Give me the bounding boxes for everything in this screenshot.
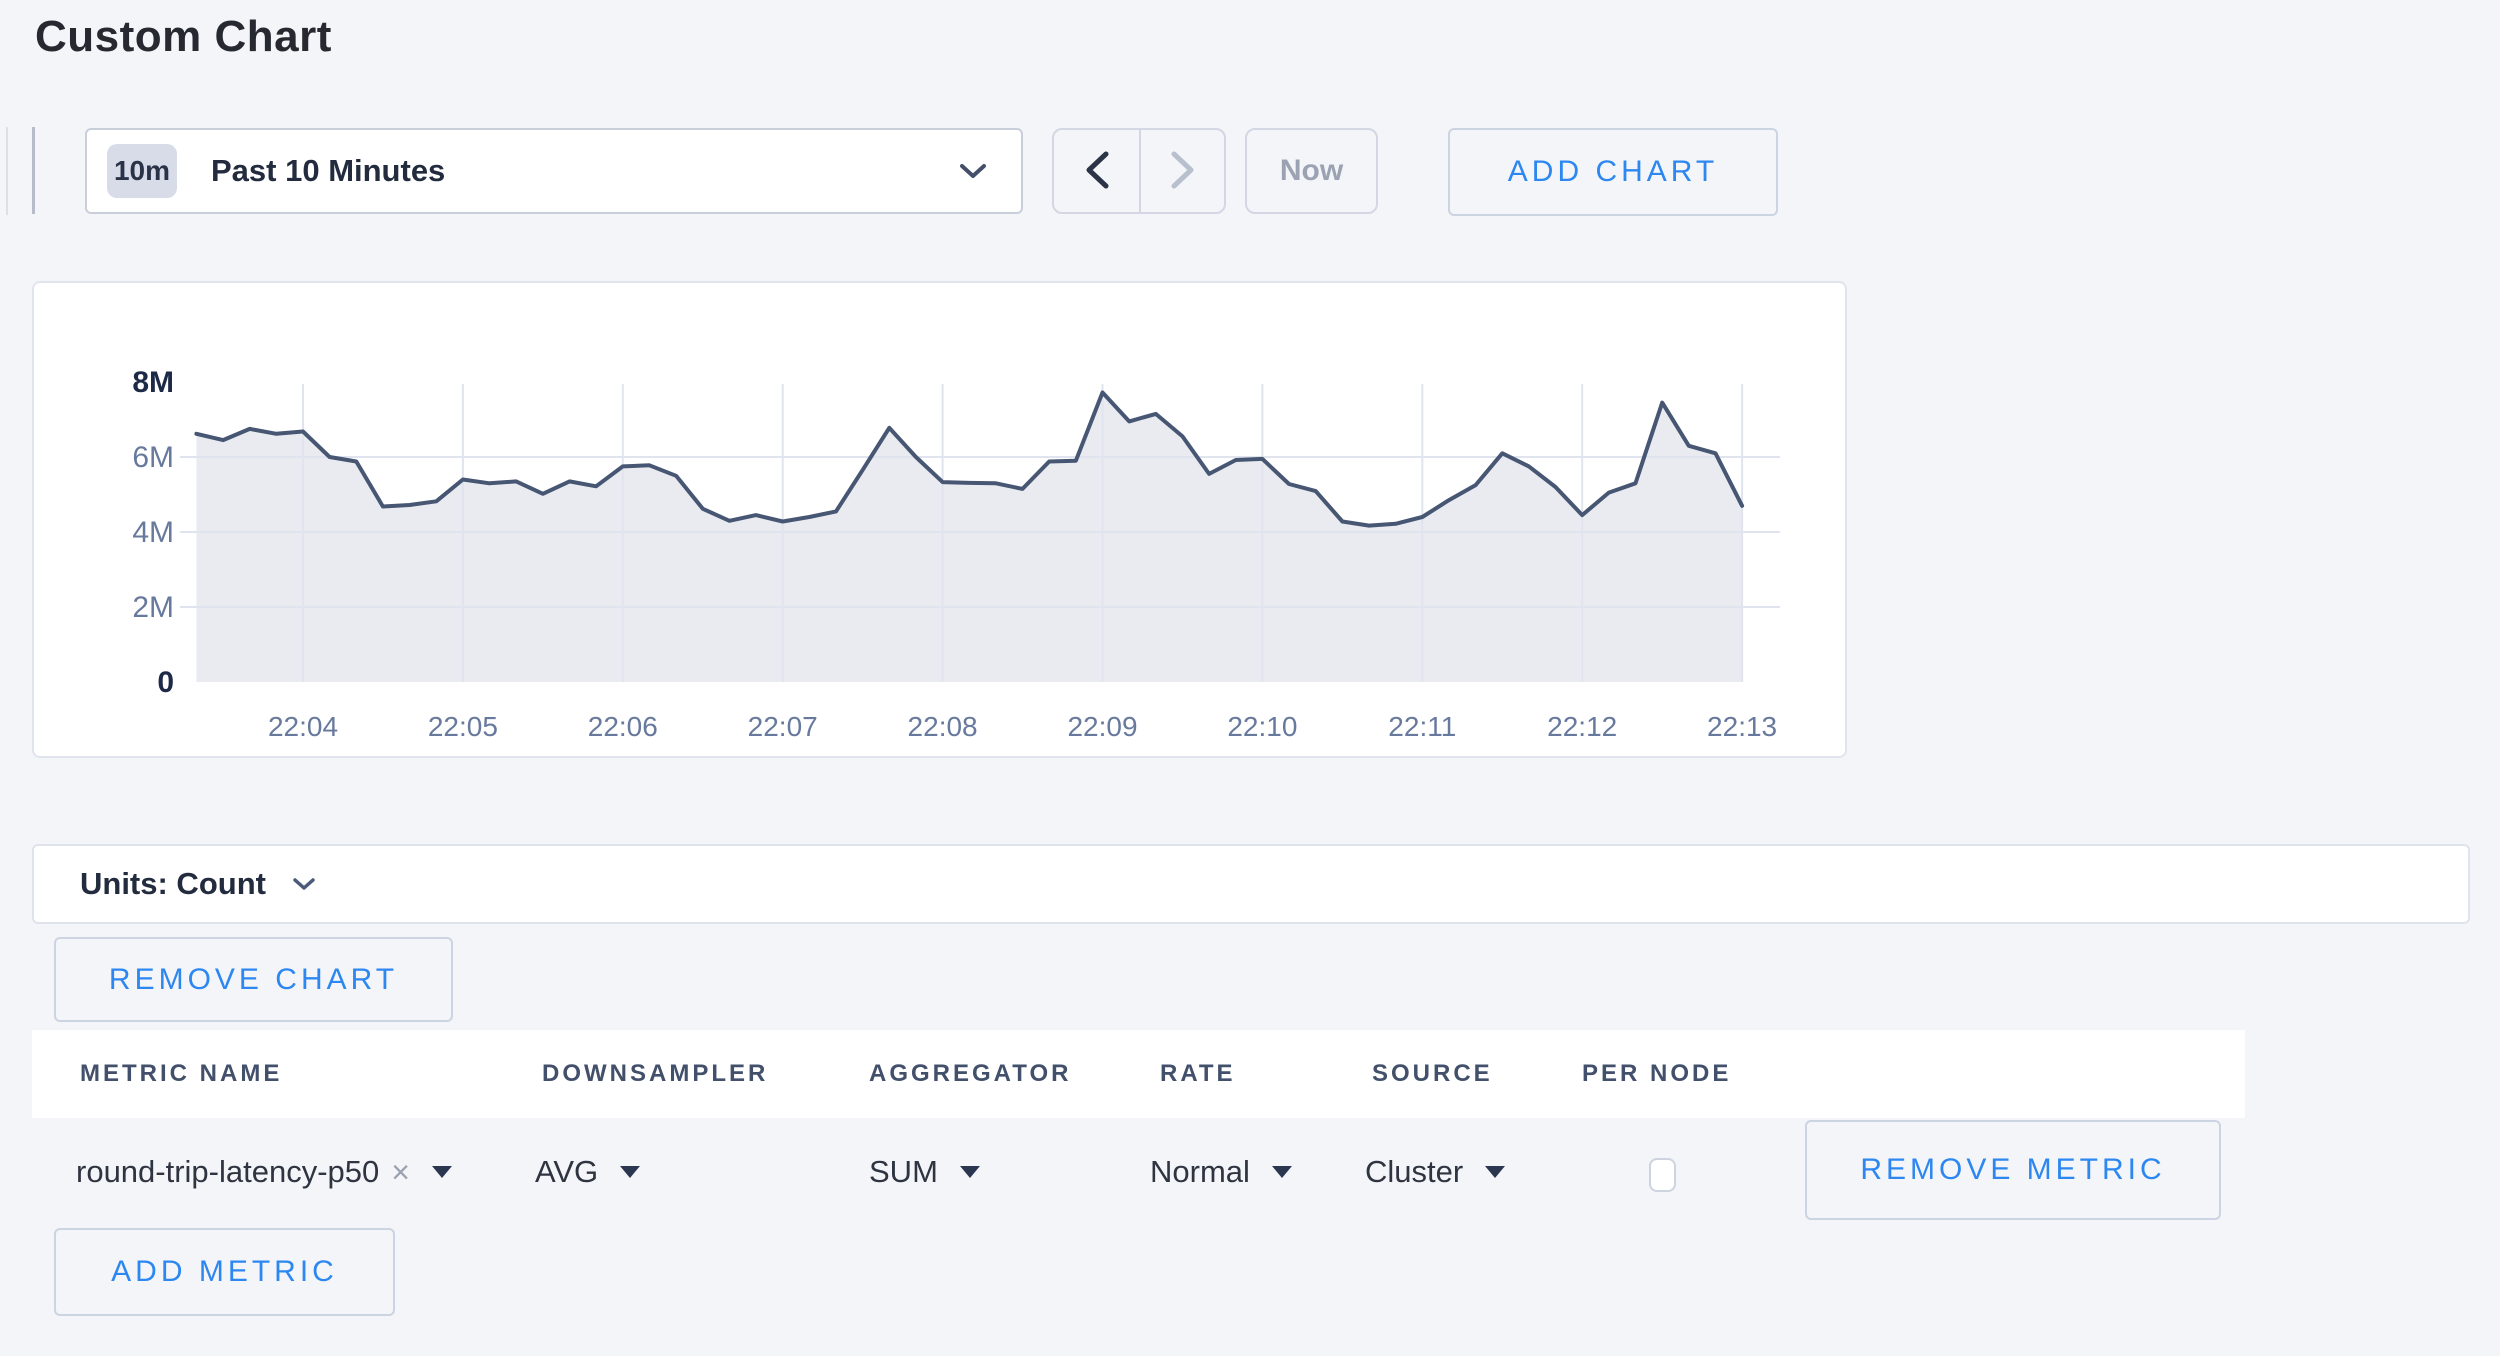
time-range-dropdown[interactable]: 10m Past 10 Minutes: [85, 128, 1023, 214]
svg-text:2M: 2M: [132, 591, 174, 624]
units-label: Units: Count: [80, 866, 266, 902]
time-nav-group: [1052, 128, 1226, 214]
add-chart-button[interactable]: ADD CHART: [1448, 128, 1778, 216]
clear-metric-icon[interactable]: ×: [391, 1154, 410, 1191]
svg-text:22:06: 22:06: [588, 711, 658, 742]
chevron-left-icon: [1084, 151, 1110, 192]
svg-text:4M: 4M: [132, 516, 174, 549]
metric-name-value: round-trip-latency-p50: [76, 1154, 379, 1190]
chart-card: 0 2M 4M 6M 8M 22:04 22:05 22:06 22:07 22:08 22:09 2…: [32, 281, 1847, 758]
chevron-right-icon: [1170, 151, 1196, 192]
now-button[interactable]: Now: [1245, 128, 1378, 214]
column-rate: RATE: [1160, 1030, 1236, 1118]
chevron-down-icon: [292, 877, 316, 891]
add-metric-button[interactable]: ADD METRIC: [54, 1228, 395, 1316]
svg-text:22:07: 22:07: [748, 711, 818, 742]
aggregator-select[interactable]: SUM: [869, 1140, 980, 1204]
metric-name-select[interactable]: round-trip-latency-p50 ×: [76, 1140, 452, 1204]
caret-down-icon: [620, 1166, 640, 1178]
prev-time-button[interactable]: [1054, 130, 1139, 212]
column-source: SOURCE: [1372, 1030, 1493, 1118]
caret-down-icon: [432, 1166, 452, 1178]
aggregator-value: SUM: [869, 1154, 938, 1190]
metrics-table-header: METRIC NAME DOWNSAMPLER AGGREGATOR RATE …: [32, 1030, 2245, 1118]
svg-text:22:09: 22:09: [1067, 711, 1137, 742]
svg-text:22:12: 22:12: [1547, 711, 1617, 742]
column-metric-name: METRIC NAME: [80, 1030, 282, 1118]
per-node-checkbox[interactable]: [1649, 1158, 1676, 1192]
remove-chart-button[interactable]: REMOVE CHART: [54, 937, 453, 1022]
column-aggregator: AGGREGATOR: [869, 1030, 1071, 1118]
downsampler-value: AVG: [535, 1154, 598, 1190]
caret-down-icon: [1485, 1166, 1505, 1178]
time-range-label: Past 10 Minutes: [211, 153, 445, 189]
caret-down-icon: [960, 1166, 980, 1178]
source-select[interactable]: Cluster: [1365, 1140, 1505, 1204]
next-time-button[interactable]: [1139, 130, 1224, 212]
svg-text:6M: 6M: [132, 441, 174, 474]
caret-down-icon: [1272, 1166, 1292, 1178]
svg-text:22:10: 22:10: [1227, 711, 1297, 742]
page-edge-line: [6, 127, 8, 215]
rate-select[interactable]: Normal: [1150, 1140, 1292, 1204]
svg-text:0: 0: [157, 666, 174, 699]
rate-value: Normal: [1150, 1154, 1250, 1190]
remove-metric-button[interactable]: REMOVE METRIC: [1805, 1120, 2221, 1220]
svg-text:22:11: 22:11: [1388, 711, 1456, 742]
downsampler-select[interactable]: AVG: [535, 1140, 640, 1204]
svg-text:22:13: 22:13: [1707, 711, 1777, 742]
chevron-down-icon: [959, 163, 987, 179]
page-title: Custom Chart: [35, 12, 332, 62]
svg-text:22:08: 22:08: [908, 711, 978, 742]
custom-chart-svg: 0 2M 4M 6M 8M 22:04 22:05 22:06 22:07 22:08 22:09 2…: [34, 283, 1845, 756]
units-dropdown[interactable]: Units: Count: [32, 844, 2470, 924]
source-value: Cluster: [1365, 1154, 1463, 1190]
column-per-node: PER NODE: [1582, 1030, 1731, 1118]
svg-text:22:04: 22:04: [268, 711, 338, 742]
time-window-badge: 10m: [107, 144, 177, 198]
svg-text:22:05: 22:05: [428, 711, 498, 742]
column-downsampler: DOWNSAMPLER: [542, 1030, 768, 1118]
toolbar-divider-line: [32, 127, 35, 214]
svg-text:8M: 8M: [132, 366, 174, 399]
